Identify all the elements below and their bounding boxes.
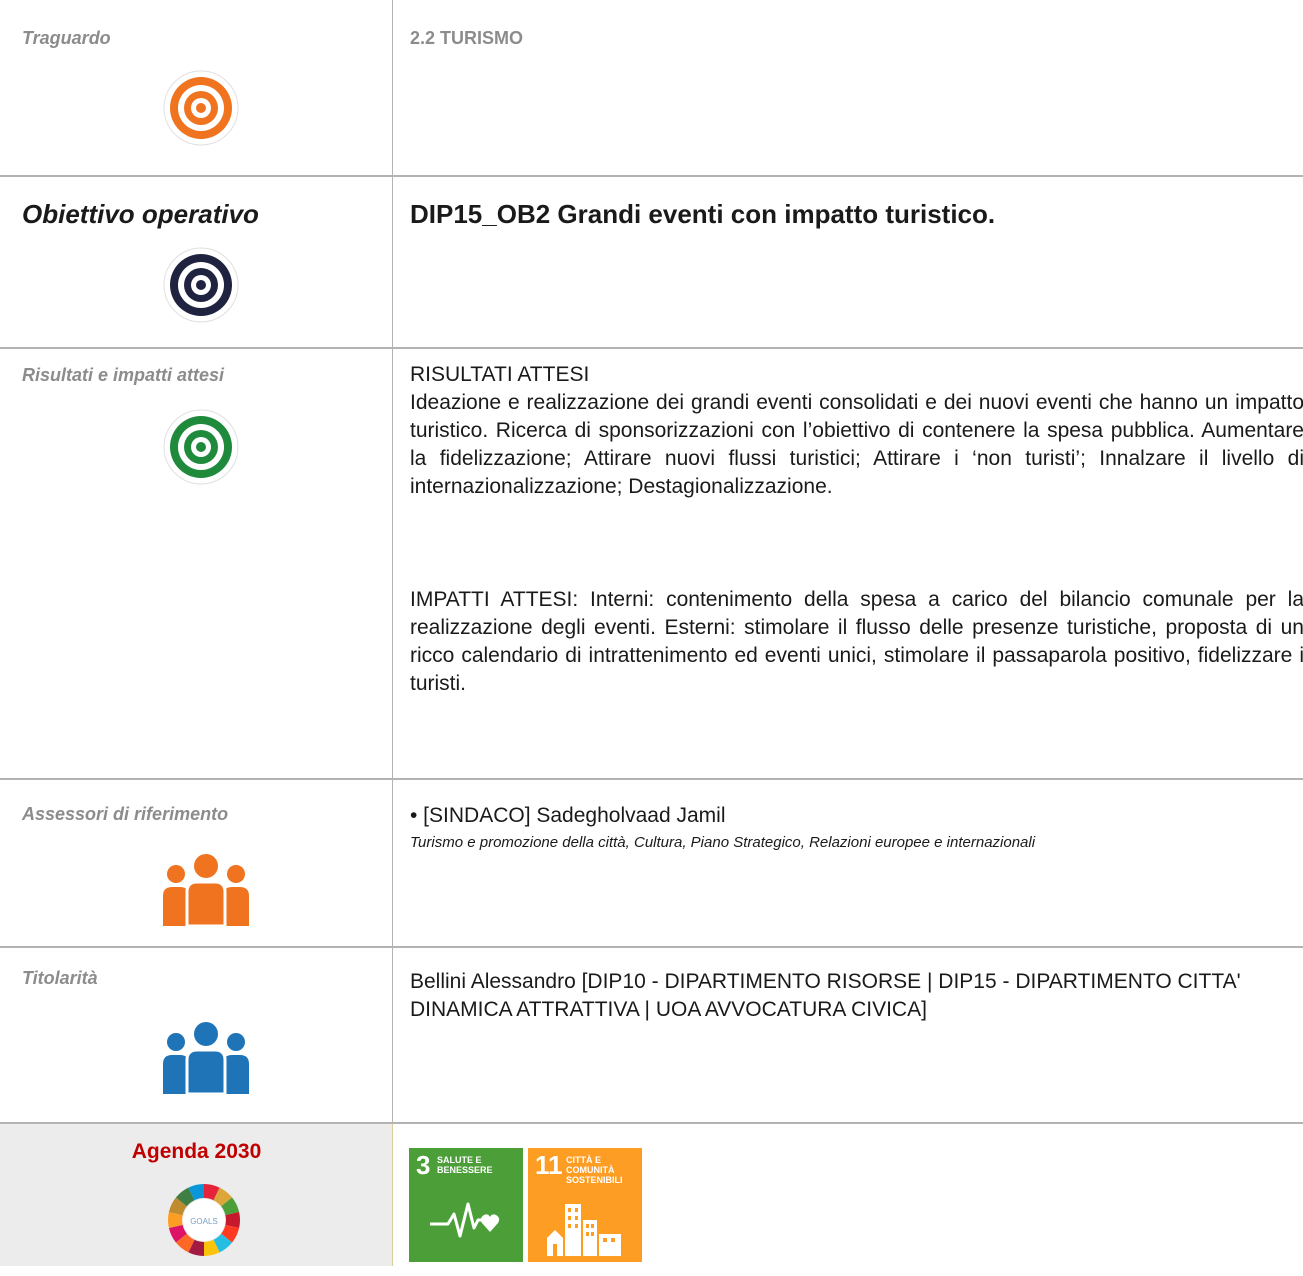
- assessore-deleghe: Turismo e promozione della città, Cultur…: [410, 834, 1036, 851]
- city-buildings-icon: [547, 1204, 621, 1256]
- assessori-label: Assessori di riferimento: [22, 804, 229, 824]
- row-traguardo: Traguardo 2.2 TURISMO: [0, 0, 1303, 175]
- risultati-value-cell: RISULTATI ATTESI Ideazione e realizzazio…: [392, 349, 1303, 778]
- sdg-goal-title-line: BENESSERE: [437, 1165, 493, 1175]
- sdg-wheel-logo-icon: GOALS: [167, 1184, 241, 1256]
- risultati-heading: RISULTATI ATTESI: [410, 363, 590, 386]
- sdg-goal-title: SALUTE E BENESSERE: [437, 1155, 517, 1175]
- row-obiettivo: Obiettivo operativo DIP15_OB2 Grandi eve…: [0, 177, 1303, 347]
- sdg-goal-number: 11: [535, 1150, 563, 1180]
- obiettivo-title: DIP15_OB2 Grandi eventi con impatto turi…: [410, 199, 996, 229]
- sdg-goal-title-line: SALUTE E: [437, 1155, 482, 1165]
- assessori-label-cell: Assessori di riferimento: [0, 780, 392, 946]
- titolarita-label-cell: Titolarità: [0, 948, 392, 1122]
- agenda-label: Agenda 2030: [131, 1140, 262, 1163]
- risultati-label: Risultati e impatti attesi: [22, 365, 225, 385]
- titolarita-value: Bellini Alessandro [DIP10 - DIPARTIMENTO…: [410, 970, 1241, 1021]
- titolarita-label: Titolarità: [22, 968, 98, 988]
- risultati-body: Ideazione e realizzazione dei grandi eve…: [410, 391, 1303, 498]
- sdg-goal-title-line: SOSTENIBILI: [566, 1175, 623, 1185]
- sdg-logo-text: GOALS: [190, 1217, 218, 1226]
- assessori-value-cell: • [SINDACO] Sadegholvaad Jamil Turismo e…: [392, 780, 1303, 946]
- titolarita-value-cell: Bellini Alessandro [DIP10 - DIPARTIMENTO…: [392, 948, 1303, 1122]
- people-group-icon: [163, 1022, 249, 1094]
- people-group-icon: [163, 854, 249, 926]
- sdg-goal-number: 3: [416, 1150, 431, 1180]
- risultati-label-cell: Risultati e impatti attesi: [0, 349, 392, 778]
- heartbeat-icon: [430, 1202, 500, 1238]
- obiettivo-label: Obiettivo operativo: [22, 199, 259, 229]
- row-agenda: Agenda 2030 GOALS 3 SALUTE E BENESSERE 1…: [0, 1124, 1303, 1276]
- impatti-body: IMPATTI ATTESI: Interni: contenimento de…: [410, 588, 1303, 695]
- agenda-label-cell: Agenda 2030 GOALS: [0, 1124, 393, 1266]
- sdg-goal-title: CITTÀ E COMUNITÀ SOSTENIBILI: [566, 1155, 646, 1185]
- row-risultati: Risultati e impatti attesi RISULTATI ATT…: [0, 349, 1303, 778]
- sdg-goal-11-tile: 11 CITTÀ E COMUNITÀ SOSTENIBILI: [528, 1148, 642, 1262]
- sdg-goal-title-line: CITTÀ E COMUNITÀ: [566, 1155, 615, 1175]
- obiettivo-value-cell: DIP15_OB2 Grandi eventi con impatto turi…: [392, 177, 1303, 347]
- target-icon: [163, 70, 239, 146]
- traguardo-value-cell: 2.2 TURISMO: [392, 0, 1303, 175]
- row-titolarita: Titolarità Bellini Alessandro [DIP10 - D…: [0, 948, 1303, 1122]
- sdg-goal-3-tile: 3 SALUTE E BENESSERE: [409, 1148, 523, 1262]
- row-assessori: Assessori di riferimento • [SINDACO] Sad…: [0, 780, 1303, 946]
- obiettivo-label-cell: Obiettivo operativo: [0, 177, 392, 347]
- traguardo-label: Traguardo: [22, 28, 111, 48]
- traguardo-value: 2.2 TURISMO: [410, 28, 524, 48]
- target-icon: [163, 409, 239, 485]
- traguardo-label-cell: Traguardo: [0, 0, 392, 175]
- agenda-value-cell: 3 SALUTE E BENESSERE 11 CITTÀ E COMUNITÀ…: [392, 1124, 1303, 1266]
- target-icon: [163, 247, 239, 323]
- assessore-name: • [SINDACO] Sadegholvaad Jamil: [410, 804, 726, 827]
